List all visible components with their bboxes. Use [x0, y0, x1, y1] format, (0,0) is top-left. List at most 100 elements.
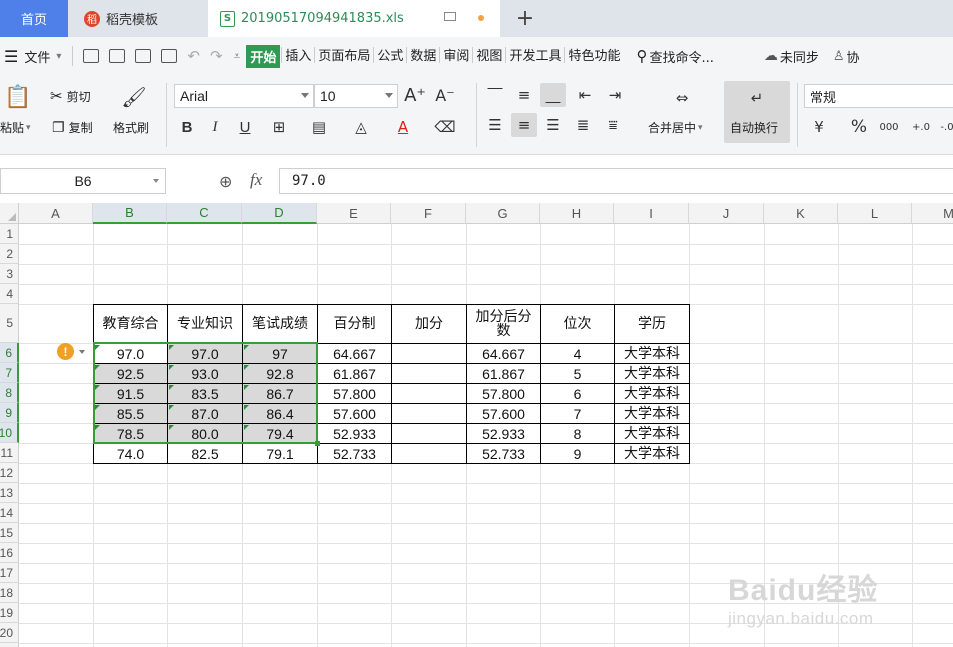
table-cell[interactable]: 61.867: [318, 364, 391, 383]
copy-button[interactable]: ❐ 复制: [52, 119, 93, 136]
table-cell[interactable]: 4: [541, 344, 614, 363]
tab-template[interactable]: 稻 稻壳模板: [70, 0, 206, 37]
header-cell[interactable]: 百分制: [318, 305, 391, 343]
row-header-17[interactable]: 17: [0, 563, 19, 583]
formula-input[interactable]: 97.0: [279, 168, 953, 194]
fill-color-icon[interactable]: ◬: [348, 115, 374, 139]
table-cell[interactable]: [392, 404, 466, 423]
dec-decimal-button[interactable]: -.0: [934, 115, 953, 139]
percent-button[interactable]: %: [846, 115, 872, 139]
table-cell[interactable]: 9: [541, 444, 614, 463]
header-cell[interactable]: 教育综合: [94, 305, 167, 343]
command-search[interactable]: 查找命令...: [647, 47, 715, 66]
cell-style-icon[interactable]: ▤: [306, 115, 332, 139]
menu-item-2[interactable]: 页面布局: [316, 45, 372, 68]
name-box[interactable]: B6: [0, 168, 166, 194]
new-tab-button[interactable]: +: [510, 0, 540, 37]
column-header-k[interactable]: K: [764, 203, 838, 224]
row-header-4[interactable]: 4: [0, 284, 19, 304]
menu-file[interactable]: 文件: [22, 47, 52, 66]
header-cell[interactable]: 加分后分数: [467, 305, 540, 343]
select-all-corner[interactable]: [0, 203, 19, 224]
table-cell[interactable]: 52.733: [467, 444, 540, 463]
column-header-i[interactable]: I: [614, 203, 689, 224]
column-header-f[interactable]: F: [391, 203, 466, 224]
column-header-m[interactable]: M: [912, 203, 953, 224]
table-cell[interactable]: 74.0: [94, 444, 167, 463]
table-cell[interactable]: 大学本科: [615, 364, 689, 383]
table-cell[interactable]: [392, 384, 466, 403]
increase-indent-icon[interactable]: ⇥: [602, 83, 628, 107]
italic-button[interactable]: I: [202, 115, 228, 139]
column-header-b[interactable]: B: [93, 203, 167, 224]
borders-icon[interactable]: ⊞: [266, 115, 292, 139]
row-header-6[interactable]: 6: [0, 343, 19, 363]
menu-item-7[interactable]: 开发工具: [507, 45, 563, 68]
align-right-icon[interactable]: ☰: [540, 113, 566, 137]
table-cell[interactable]: 57.800: [467, 384, 540, 403]
table-cell[interactable]: 64.667: [318, 344, 391, 363]
paste-button[interactable]: 粘贴 ▾: [0, 119, 31, 136]
row-header-19[interactable]: 19: [0, 603, 19, 623]
row-header-12[interactable]: 12: [0, 463, 19, 483]
header-cell[interactable]: 加分: [392, 305, 466, 343]
thousands-button[interactable]: 000: [876, 115, 902, 139]
row-header-16[interactable]: 16: [0, 543, 19, 563]
font-name-select[interactable]: Arial: [174, 84, 314, 108]
table-cell[interactable]: 52.933: [318, 424, 391, 443]
paste-icon[interactable]: 📋: [4, 83, 32, 111]
fill-handle[interactable]: [315, 441, 320, 446]
table-cell[interactable]: 5: [541, 364, 614, 383]
zoom-lookup-icon[interactable]: ⊕: [219, 172, 232, 191]
customize-qat-icon[interactable]: ⩡: [234, 49, 241, 64]
row-header-9[interactable]: 9: [0, 403, 19, 423]
table-cell[interactable]: 52.733: [318, 444, 391, 463]
header-cell[interactable]: 学历: [615, 305, 689, 343]
row-header-8[interactable]: 8: [0, 383, 19, 403]
warning-icon[interactable]: !: [57, 343, 74, 360]
row-header-21[interactable]: 21: [0, 643, 19, 647]
table-cell[interactable]: 57.600: [318, 404, 391, 423]
table-cell[interactable]: [392, 424, 466, 443]
decrease-indent-icon[interactable]: ⇤: [572, 83, 598, 107]
export-pdf-icon[interactable]: [109, 49, 126, 63]
header-cell[interactable]: 专业知识: [168, 305, 242, 343]
table-cell[interactable]: 大学本科: [615, 424, 689, 443]
table-cell[interactable]: [392, 444, 466, 463]
column-header-e[interactable]: E: [317, 203, 391, 224]
insert-function-button[interactable]: fx: [250, 170, 262, 190]
cloud-icon[interactable]: ☁: [764, 48, 778, 64]
format-painter-icon[interactable]: 🖌: [120, 83, 148, 111]
align-center-icon[interactable]: ≡: [511, 113, 537, 137]
row-header-5[interactable]: 5: [0, 304, 19, 343]
menu-item-4[interactable]: 数据: [408, 45, 438, 68]
menu-item-0[interactable]: 开始: [246, 44, 281, 68]
table-cell[interactable]: 82.5: [168, 444, 242, 463]
sync-status[interactable]: 未同步: [778, 47, 821, 66]
cut-button[interactable]: ✂ 剪切: [50, 87, 91, 105]
table-cell[interactable]: 大学本科: [615, 444, 689, 463]
merge-center-icon[interactable]: ⇔: [667, 85, 697, 111]
row-header-2[interactable]: 2: [0, 244, 19, 264]
menu-item-5[interactable]: 审阅: [441, 45, 471, 68]
chevron-down-icon[interactable]: [79, 350, 85, 354]
table-cell[interactable]: 61.867: [467, 364, 540, 383]
column-header-l[interactable]: L: [838, 203, 912, 224]
tab-home[interactable]: 首页: [0, 0, 68, 37]
bold-button[interactable]: B: [174, 115, 200, 139]
row-header-10[interactable]: 10: [0, 423, 19, 443]
column-header-j[interactable]: J: [689, 203, 764, 224]
row-header-13[interactable]: 13: [0, 483, 19, 503]
header-cell[interactable]: 笔试成绩: [243, 305, 317, 343]
table-cell[interactable]: 57.600: [467, 404, 540, 423]
menu-item-8[interactable]: 特色功能: [566, 45, 622, 68]
merge-center-button[interactable]: 合并居中 ▾: [648, 119, 703, 136]
font-size-select[interactable]: 10: [314, 84, 398, 108]
row-header-14[interactable]: 14: [0, 503, 19, 523]
column-header-g[interactable]: G: [466, 203, 540, 224]
undo-icon[interactable]: ↶: [187, 47, 200, 65]
number-format-select[interactable]: 常规: [804, 84, 953, 108]
table-cell[interactable]: 7: [541, 404, 614, 423]
table-cell[interactable]: 52.933: [467, 424, 540, 443]
table-cell[interactable]: [392, 364, 466, 383]
